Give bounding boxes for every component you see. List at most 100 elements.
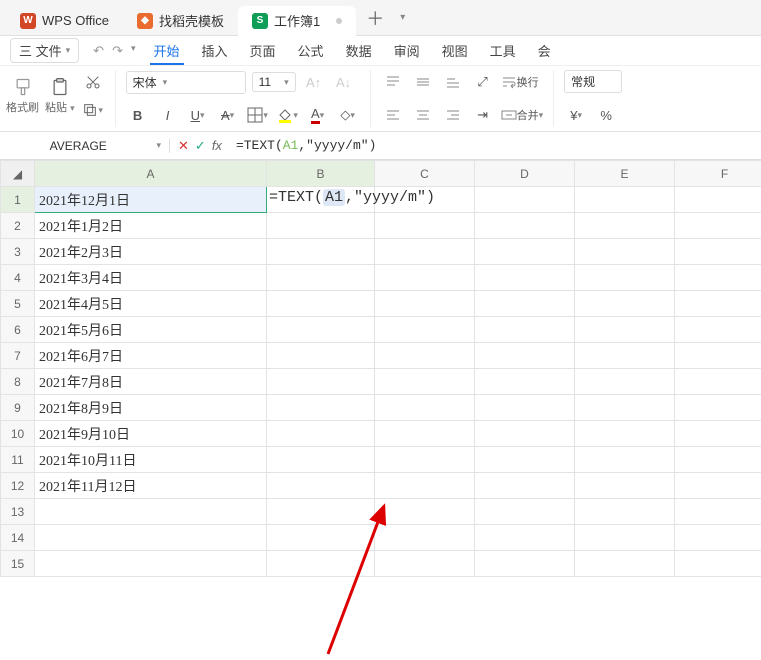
cell[interactable]: [375, 265, 475, 291]
select-all-corner[interactable]: ◢: [1, 161, 35, 187]
row-header[interactable]: 1: [1, 187, 35, 213]
copy-button[interactable]: ▾: [81, 98, 105, 122]
cell[interactable]: [267, 343, 375, 369]
cell[interactable]: 2021年8月9日: [35, 395, 267, 421]
row-header[interactable]: 3: [1, 239, 35, 265]
cell[interactable]: [575, 551, 675, 577]
underline-button[interactable]: U▾: [186, 103, 210, 127]
cell[interactable]: [575, 343, 675, 369]
cell[interactable]: 2021年11月12日: [35, 473, 267, 499]
cell[interactable]: [475, 369, 575, 395]
currency-button[interactable]: ¥▾: [564, 103, 588, 127]
cell[interactable]: [267, 447, 375, 473]
indent-button[interactable]: ⇥: [471, 103, 495, 127]
cell[interactable]: [375, 343, 475, 369]
row-header[interactable]: 6: [1, 317, 35, 343]
cell[interactable]: [675, 265, 761, 291]
cell[interactable]: [475, 239, 575, 265]
cell[interactable]: [575, 447, 675, 473]
cell[interactable]: [675, 317, 761, 343]
fill-color-button[interactable]: ▾: [276, 103, 300, 127]
cell[interactable]: [675, 395, 761, 421]
cell[interactable]: 2021年5月6日: [35, 317, 267, 343]
cell[interactable]: [575, 473, 675, 499]
row-header[interactable]: 11: [1, 447, 35, 473]
cell[interactable]: 2021年10月11日: [35, 447, 267, 473]
col-header-A[interactable]: A: [35, 161, 267, 187]
col-header-C[interactable]: C: [375, 161, 475, 187]
tab-formula[interactable]: 公式: [294, 37, 328, 64]
cell[interactable]: [575, 317, 675, 343]
accept-formula-button[interactable]: ✓: [195, 138, 206, 154]
row-header[interactable]: 15: [1, 551, 35, 577]
cell[interactable]: [675, 187, 761, 213]
col-header-E[interactable]: E: [575, 161, 675, 187]
align-middle-button[interactable]: [411, 70, 435, 94]
font-size-select[interactable]: 11▾: [252, 72, 296, 92]
tab-page[interactable]: 页面: [246, 37, 280, 64]
app-tab-workbook[interactable]: S 工作簿1: [238, 6, 356, 36]
cell[interactable]: 2021年9月10日: [35, 421, 267, 447]
percent-button[interactable]: %: [594, 103, 618, 127]
cell[interactable]: [375, 395, 475, 421]
cell[interactable]: [267, 525, 375, 551]
cell[interactable]: [575, 291, 675, 317]
fx-button[interactable]: fx: [212, 138, 222, 153]
col-header-F[interactable]: F: [675, 161, 761, 187]
cancel-formula-button[interactable]: ✕: [178, 138, 189, 154]
row-header[interactable]: 5: [1, 291, 35, 317]
cell[interactable]: [267, 421, 375, 447]
strikethrough-button[interactable]: A▾: [216, 103, 240, 127]
cell[interactable]: [675, 369, 761, 395]
cell[interactable]: [575, 239, 675, 265]
font-color-button[interactable]: A▾: [306, 103, 330, 127]
increase-font-button[interactable]: A↑: [302, 70, 326, 94]
cell[interactable]: [35, 551, 267, 577]
merge-button[interactable]: 合并▾: [501, 103, 544, 127]
row-header[interactable]: 12: [1, 473, 35, 499]
cell[interactable]: [375, 551, 475, 577]
cell[interactable]: [475, 291, 575, 317]
cell[interactable]: [575, 187, 675, 213]
cell[interactable]: [375, 525, 475, 551]
cell[interactable]: [575, 395, 675, 421]
cell[interactable]: [267, 213, 375, 239]
row-header[interactable]: 7: [1, 343, 35, 369]
cell[interactable]: [375, 473, 475, 499]
cell[interactable]: [35, 525, 267, 551]
tab-more[interactable]: 会: [534, 37, 555, 64]
app-tab-wps[interactable]: W WPS Office: [6, 6, 123, 36]
cell[interactable]: [267, 551, 375, 577]
align-center-button[interactable]: [411, 103, 435, 127]
cell[interactable]: =TEXT(A1,"yyyy/m"): [267, 187, 375, 213]
cell[interactable]: [267, 265, 375, 291]
tab-home[interactable]: 开始: [150, 37, 184, 65]
italic-button[interactable]: I: [156, 103, 180, 127]
align-right-button[interactable]: [441, 103, 465, 127]
formula-input[interactable]: =TEXT(A1,"yyyy/m"): [230, 138, 761, 153]
tab-insert[interactable]: 插入: [198, 37, 232, 64]
row-header[interactable]: 9: [1, 395, 35, 421]
cell[interactable]: [475, 317, 575, 343]
decrease-font-button[interactable]: A↓: [332, 70, 356, 94]
cell[interactable]: 2021年2月3日: [35, 239, 267, 265]
row-header[interactable]: 4: [1, 265, 35, 291]
name-box[interactable]: AVERAGE ▾: [0, 139, 170, 153]
tab-data[interactable]: 数据: [342, 37, 376, 64]
cell[interactable]: 2021年4月5日: [35, 291, 267, 317]
cell[interactable]: [675, 499, 761, 525]
cell[interactable]: [475, 265, 575, 291]
cell[interactable]: [267, 499, 375, 525]
cell[interactable]: [675, 291, 761, 317]
cell[interactable]: [575, 499, 675, 525]
row-header[interactable]: 10: [1, 421, 35, 447]
cell[interactable]: [475, 213, 575, 239]
paste-button[interactable]: 粘贴 ▾: [45, 77, 75, 115]
cell[interactable]: [375, 291, 475, 317]
tab-review[interactable]: 审阅: [390, 37, 424, 64]
app-tab-template[interactable]: ◆ 找稻壳模板: [123, 6, 238, 36]
cell[interactable]: [575, 421, 675, 447]
bold-button[interactable]: B: [126, 103, 150, 127]
orientation-button[interactable]: ⤢: [471, 70, 495, 94]
col-header-D[interactable]: D: [475, 161, 575, 187]
